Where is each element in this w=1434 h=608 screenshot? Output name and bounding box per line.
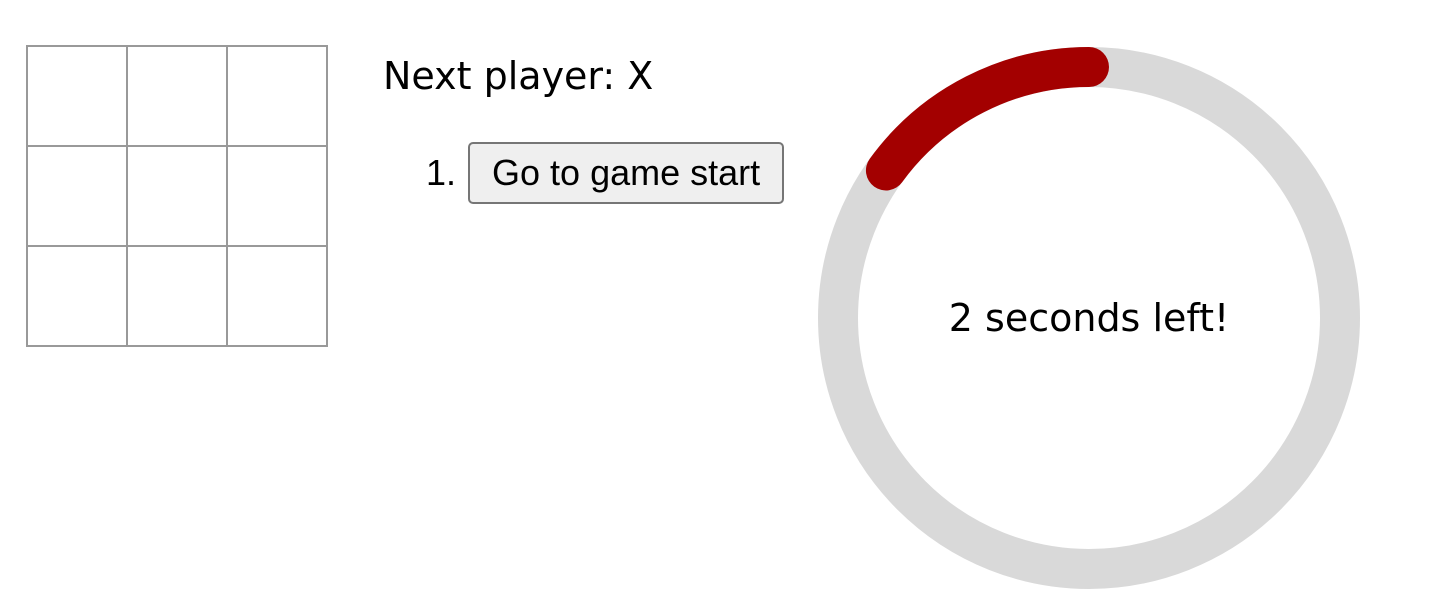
board-square-5[interactable]: [126, 145, 228, 247]
board-square-9[interactable]: [226, 245, 328, 347]
game-status: Next player: X: [383, 54, 654, 98]
board-square-3[interactable]: [226, 45, 328, 147]
move-number: 1.: [426, 152, 457, 193]
board-square-6[interactable]: [226, 145, 328, 247]
board-square-1[interactable]: [26, 45, 128, 147]
board-square-4[interactable]: [26, 145, 128, 247]
move-history-item: 1. Go to game start: [426, 142, 785, 204]
timer-progress-arc: [865, 47, 1109, 191]
board-square-8[interactable]: [126, 245, 228, 347]
countdown-timer: 2 seconds left!: [818, 47, 1360, 589]
game-board: [26, 45, 328, 347]
move-history-list: 1. Go to game start: [426, 142, 785, 204]
go-to-game-start-button[interactable]: Go to game start: [468, 142, 785, 204]
tic-tac-toe-page: Next player: X 1. Go to game start 2 sec…: [0, 0, 1434, 608]
timer-text: 2 seconds left!: [948, 296, 1230, 340]
board-square-7[interactable]: [26, 245, 128, 347]
board-square-2[interactable]: [126, 45, 228, 147]
